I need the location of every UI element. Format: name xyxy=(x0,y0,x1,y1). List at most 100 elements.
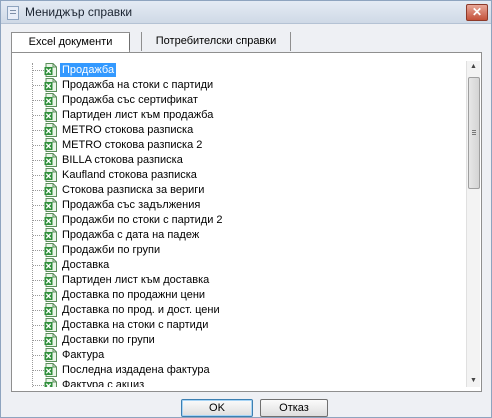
tree-connector xyxy=(33,355,44,356)
scroll-down-arrow-icon[interactable]: ▼ xyxy=(467,375,480,387)
tree-item-label: Последна издадена фактура xyxy=(62,364,210,376)
tab-content-panel: Продажба Продажба на стоки с партиди Прода… xyxy=(11,52,482,392)
tree-connector xyxy=(33,85,44,86)
tree-item-label: Продажба със задължения xyxy=(62,199,201,211)
tree-connector xyxy=(33,280,44,281)
tree-item-label: Партиден лист към продажба xyxy=(62,109,214,121)
tree-item[interactable]: Доставка на стоки с партиди xyxy=(22,318,452,333)
tree-connector xyxy=(33,370,44,371)
tree-item-label: Партиден лист към доставка xyxy=(62,274,210,286)
tab-excel-documents[interactable]: Excel документи xyxy=(11,32,130,54)
tree-connector xyxy=(33,325,44,326)
excel-file-icon xyxy=(44,153,57,167)
tree-item-label: Доставки по групи xyxy=(62,334,155,346)
tree-item[interactable]: METRO стокова разписка xyxy=(22,123,452,138)
scroll-up-arrow-icon[interactable]: ▲ xyxy=(467,61,480,73)
excel-file-icon xyxy=(44,363,57,377)
tab-separator xyxy=(129,34,130,50)
tree-item-label: Фактура с акциз xyxy=(62,379,145,387)
excel-file-icon xyxy=(44,198,57,212)
excel-file-icon xyxy=(44,168,57,182)
tree-item-label: Продажба xyxy=(60,63,117,77)
tree-item[interactable]: Продажба със сертификат xyxy=(22,93,452,108)
report-tree[interactable]: Продажба Продажба на стоки с партиди Прода… xyxy=(22,63,452,387)
tree-item-label: BILLA стокова разписка xyxy=(62,154,183,166)
excel-file-icon xyxy=(44,333,57,347)
excel-file-icon xyxy=(44,243,57,257)
tree-item-label: Продажби по стоки с партиди 2 xyxy=(62,214,223,226)
tree-item[interactable]: Продажба на стоки с партиди xyxy=(22,78,452,93)
excel-file-icon xyxy=(44,123,57,137)
tree-connector xyxy=(33,115,44,116)
tree-connector xyxy=(33,265,44,266)
excel-file-icon xyxy=(44,138,57,152)
scroll-thumb[interactable] xyxy=(468,77,480,189)
tree-connector xyxy=(33,205,44,206)
tree-item[interactable]: Продажби по стоки с партиди 2 xyxy=(22,213,452,228)
tab-user-reports[interactable]: Потребителски справки xyxy=(141,32,291,51)
tree-item-label: Продажби по групи xyxy=(62,244,161,256)
excel-file-icon xyxy=(44,213,57,227)
tree-item-label: Продажба с дата на падеж xyxy=(62,229,200,241)
tree-item-label: Доставка на стоки с партиди xyxy=(62,319,209,331)
tree-item-label: Доставка xyxy=(62,259,110,271)
tree-connector xyxy=(33,340,44,341)
tree-connector xyxy=(33,175,44,176)
tab-bar: Excel документи Потребителски справки xyxy=(11,32,491,54)
tree-connector xyxy=(33,70,44,71)
excel-file-icon xyxy=(44,183,57,197)
excel-file-icon xyxy=(44,78,57,92)
tree-item[interactable]: Стокова разписка за вериги xyxy=(22,183,452,198)
tree-item[interactable]: Продажба със задължения xyxy=(22,198,452,213)
tree-connector xyxy=(33,385,44,386)
excel-file-icon xyxy=(44,93,57,107)
tree-item[interactable]: Фактура xyxy=(22,348,452,363)
tree-connector xyxy=(33,160,44,161)
tree-item[interactable]: Доставка xyxy=(22,258,452,273)
excel-file-icon xyxy=(44,378,57,387)
title-bar[interactable]: Мениджър справки ✕ xyxy=(1,1,491,24)
tree-connector xyxy=(33,100,44,101)
excel-file-icon xyxy=(44,258,57,272)
tree-item-label: Фактура xyxy=(62,349,105,361)
report-manager-window: Мениджър справки ✕ Excel документи Потре… xyxy=(0,0,492,418)
tree-item[interactable]: Продажби по групи xyxy=(22,243,452,258)
ok-button[interactable]: OK xyxy=(181,399,253,417)
tree-item[interactable]: Доставка по продажни цени xyxy=(22,288,452,303)
tree-item[interactable]: Доставка по прод. и дост. цени xyxy=(22,303,452,318)
tree-item[interactable]: Продажба xyxy=(22,63,452,78)
excel-file-icon xyxy=(44,273,57,287)
tree-item[interactable]: Продажба с дата на падеж xyxy=(22,228,452,243)
tree-connector xyxy=(33,145,44,146)
excel-file-icon xyxy=(44,63,57,77)
tree-item-label: Продажба със сертификат xyxy=(62,94,198,106)
close-button[interactable]: ✕ xyxy=(466,4,488,21)
tree-connector xyxy=(33,220,44,221)
tree-item-label: Kaufland стокова разписка xyxy=(62,169,197,181)
scroll-grip-icon xyxy=(472,130,476,131)
tree-item-label: METRO стокова разписка xyxy=(62,124,194,136)
tree-item[interactable]: BILLA стокова разписка xyxy=(22,153,452,168)
tree-item[interactable]: Партиден лист към продажба xyxy=(22,108,452,123)
tree-item[interactable]: Kaufland стокова разписка xyxy=(22,168,452,183)
tree-item[interactable]: Доставки по групи xyxy=(22,333,452,348)
tree-item[interactable]: Партиден лист към доставка xyxy=(22,273,452,288)
tree-item[interactable]: Последна издадена фактура xyxy=(22,363,452,378)
tree-connector xyxy=(33,295,44,296)
window-title: Мениджър справки xyxy=(25,5,133,19)
excel-file-icon xyxy=(44,288,57,302)
tree-item-label: Доставка по прод. и дост. цени xyxy=(62,304,220,316)
excel-file-icon xyxy=(44,303,57,317)
excel-file-icon xyxy=(44,228,57,242)
window-app-icon xyxy=(7,6,19,20)
tree-item-label: Доставка по продажни цени xyxy=(62,289,206,301)
tree-item-label: METRO стокова разписка 2 xyxy=(62,139,203,151)
excel-file-icon xyxy=(44,108,57,122)
tree-item[interactable]: Фактура с акциз xyxy=(22,378,452,387)
tree-item[interactable]: METRO стокова разписка 2 xyxy=(22,138,452,153)
tree-connector xyxy=(33,250,44,251)
tree-item-label: Стокова разписка за вериги xyxy=(62,184,205,196)
cancel-button[interactable]: Отказ xyxy=(260,399,328,417)
vertical-scrollbar[interactable]: ▲ ▼ xyxy=(466,61,480,387)
tree-connector xyxy=(33,190,44,191)
